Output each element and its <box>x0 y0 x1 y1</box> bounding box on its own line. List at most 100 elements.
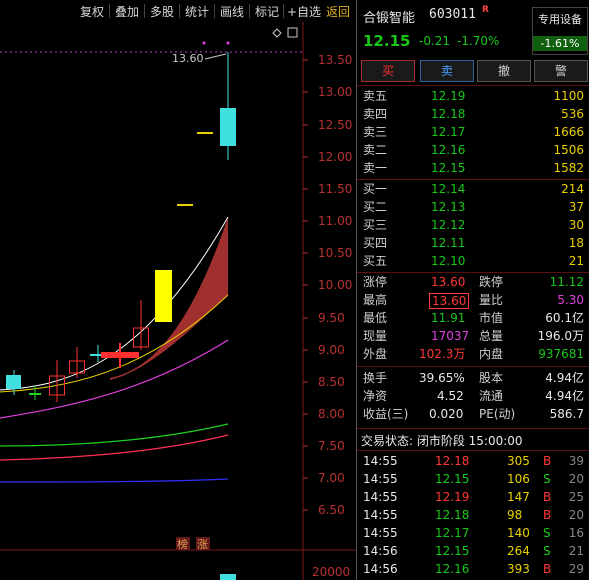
limit-up-label: 涨停 <box>363 275 388 289</box>
ask-price: 12.17 <box>431 125 466 139</box>
high-marker-arrow <box>204 53 227 60</box>
bid-label: 买三 <box>363 218 388 232</box>
tick-price: 12.16 <box>435 562 470 576</box>
stock-name: 合锻智能 <box>363 11 416 26</box>
ask-price: 12.16 <box>431 143 466 157</box>
tick-row: 14:55 12.18 305 B 39 <box>357 453 589 470</box>
add-watchlist-button[interactable]: +自选 <box>287 3 321 20</box>
current-volume-label: 现量 <box>363 329 388 343</box>
tick-side: B <box>543 454 552 468</box>
tick-count: 39 <box>568 454 584 468</box>
cancel-order-button[interactable]: 撤 <box>477 60 531 82</box>
outer-volume-value: 102.3万 <box>419 347 466 361</box>
inner-volume-label: 内盘 <box>479 347 504 361</box>
bid-volume: 37 <box>568 200 584 214</box>
overlay-button[interactable]: 叠加 <box>115 3 139 20</box>
tick-volume: 305 <box>507 454 530 468</box>
pe-label: PE(动) <box>479 407 516 421</box>
ask-volume: 1582 <box>553 161 584 175</box>
tick-volume: 393 <box>507 562 530 576</box>
stat-row: 现量 17037 总量 196.0万 <box>357 328 589 345</box>
bid-row[interactable]: 买二 12.13 37 <box>357 199 589 216</box>
bid-label: 买四 <box>363 236 388 250</box>
tick-side: S <box>543 472 551 486</box>
bid-row[interactable]: 买一 12.14 214 <box>357 181 589 198</box>
tick-volume: 147 <box>507 490 530 504</box>
tick-count: 25 <box>568 490 584 504</box>
multi-stock-button[interactable]: 多股 <box>150 3 174 20</box>
tick-row: 14:55 12.17 140 S 16 <box>357 525 589 542</box>
divider <box>357 272 589 273</box>
tick-row: 14:55 12.15 106 S 20 <box>357 471 589 488</box>
candle-4 <box>69 347 85 378</box>
ask-row[interactable]: 卖三 12.17 1666 <box>357 124 589 141</box>
stock-code: 603011 <box>429 7 476 22</box>
ask-label: 卖三 <box>363 125 388 139</box>
buy-button[interactable]: 买 <box>361 60 415 82</box>
ask-row[interactable]: 卖四 12.18 536 <box>357 106 589 123</box>
tick-volume: 106 <box>507 472 530 486</box>
tick-count: 21 <box>568 544 584 558</box>
low-label: 最低 <box>363 311 388 325</box>
marker-dot <box>202 41 206 45</box>
price-tick: 12.00 <box>318 150 352 164</box>
alert-button[interactable]: 警 <box>534 60 588 82</box>
fuquan-button[interactable]: 复权 <box>80 3 104 20</box>
price-tick: 11.00 <box>318 214 352 228</box>
ask-label: 卖一 <box>363 161 388 175</box>
ask-row[interactable]: 卖一 12.15 1582 <box>357 160 589 177</box>
toolbar-divider <box>249 4 250 18</box>
bid-row[interactable]: 买四 12.11 18 <box>357 235 589 252</box>
stat-row: 外盘 102.3万 内盘 937681 <box>357 346 589 363</box>
bid-price: 12.14 <box>431 182 466 196</box>
bid-price: 12.11 <box>431 236 466 250</box>
candle-7 <box>133 300 149 350</box>
statistics-button[interactable]: 统计 <box>185 3 209 20</box>
draw-line-button[interactable]: 画线 <box>220 3 244 20</box>
ask-volume: 536 <box>561 107 584 121</box>
turnover-label: 换手 <box>363 371 388 385</box>
ask-row[interactable]: 卖二 12.16 1506 <box>357 142 589 159</box>
square-icon[interactable] <box>287 27 298 38</box>
toolbar-divider <box>214 4 215 18</box>
sell-button[interactable]: 卖 <box>420 60 474 82</box>
toolbar-divider <box>283 4 284 18</box>
price-tick: 13.00 <box>318 85 352 99</box>
kline-svg[interactable]: 13.60 榜 涨 13.50 13.00 12.50 12.00 11.50 … <box>0 0 356 580</box>
bid-volume: 30 <box>568 218 584 232</box>
tick-volume: 98 <box>507 508 523 522</box>
bid-row[interactable]: 买三 12.12 30 <box>357 217 589 234</box>
volume-ratio-value: 5.30 <box>557 293 584 307</box>
divider <box>357 428 589 429</box>
price-tick: 12.50 <box>318 118 352 132</box>
ask-price: 12.19 <box>431 89 466 103</box>
kline-chart[interactable]: 13.60 榜 涨 13.50 13.00 12.50 12.00 11.50 … <box>0 0 356 580</box>
stat-row: 最低 11.91 市值 60.1亿 <box>357 310 589 327</box>
candle-11 <box>220 52 236 160</box>
price-tick: 10.00 <box>318 278 352 292</box>
tick-side: S <box>543 544 551 558</box>
sector-box[interactable]: 专用设备 -1.61% <box>532 7 588 55</box>
price-tick: 7.50 <box>318 439 345 453</box>
diamond-icon[interactable] <box>272 28 282 38</box>
tick-count: 20 <box>568 472 584 486</box>
price-tick: 10.50 <box>318 246 352 260</box>
bid-row[interactable]: 买五 12.10 21 <box>357 253 589 270</box>
tick-side: B <box>543 490 552 504</box>
high-value: 13.60 <box>429 293 470 309</box>
total-volume-label: 总量 <box>479 329 504 343</box>
price-change: -0.21 <box>419 34 451 48</box>
price-tick: 11.50 <box>318 182 352 196</box>
tick-time: 14:56 <box>363 544 398 558</box>
divider <box>357 179 589 180</box>
current-volume-value: 17037 <box>431 329 470 343</box>
ma-line-red <box>0 434 229 461</box>
divider <box>357 366 589 367</box>
ask-row[interactable]: 卖五 12.19 1100 <box>357 88 589 105</box>
eps-label: 收益(三) <box>363 407 409 421</box>
total-volume-value: 196.0万 <box>537 329 584 343</box>
tick-side: B <box>543 508 552 522</box>
back-button[interactable]: 返回 <box>326 3 350 20</box>
mark-button[interactable]: 标记 <box>255 3 279 20</box>
tick-row: 14:56 12.15 264 S 21 <box>357 543 589 560</box>
